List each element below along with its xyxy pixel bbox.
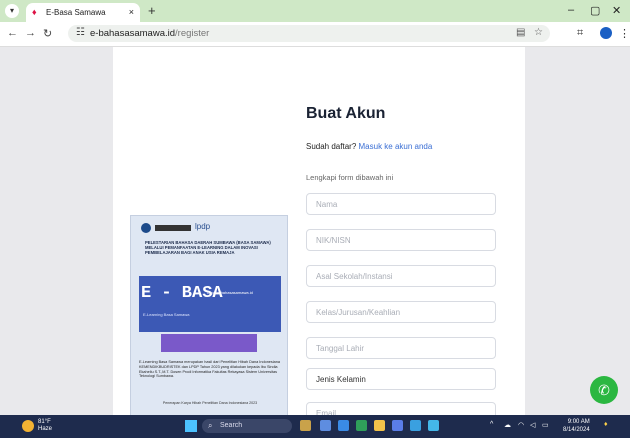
profile-avatar[interactable] <box>600 27 612 39</box>
translate-icon[interactable]: ▤ <box>516 27 525 38</box>
weather-condition: Haze <box>38 426 53 432</box>
weather-icon[interactable] <box>22 420 34 432</box>
weather-widget[interactable]: 81°F Haze <box>38 419 52 433</box>
gender-select[interactable]: Jenis Kelamin <box>306 368 496 390</box>
start-icon[interactable] <box>185 420 197 432</box>
new-tab-button[interactable]: + <box>148 3 156 18</box>
minimize-button[interactable]: – <box>568 4 574 16</box>
url-bar[interactable]: ☷ e-bahasasamawa.id/register ▤ ☆ <box>68 25 550 42</box>
search-label: Search <box>220 422 243 429</box>
clock-date: 8/14/2024 <box>563 427 590 433</box>
extensions-icon[interactable]: ⌗ <box>577 27 583 40</box>
nik-input[interactable] <box>316 230 486 251</box>
vscode-icon[interactable] <box>428 420 439 431</box>
browser-tab-bar: ▾ ♦ E-Basa Samawa × + – ▢ ✕ <box>0 0 630 22</box>
site-info-icon[interactable]: ☷ <box>76 27 85 38</box>
weather-temperature: 81°F <box>38 419 51 425</box>
battery-icon[interactable]: ▭ <box>542 421 549 429</box>
poster-footer: Penerapan Karya Hibah Penelitian Dana In… <box>162 401 258 405</box>
taskbar-search[interactable]: ⌕ Search <box>202 419 292 433</box>
address-bar-row: ← → ↻ ☷ e-bahasasamawa.id/register ▤ ☆ ⌗… <box>0 22 630 47</box>
poster-tagline: E-Learning Basa Samawa <box>143 312 190 317</box>
edge-icon[interactable] <box>338 420 349 431</box>
poster-site: http://e-bahasasamawa.id <box>207 290 253 295</box>
whatsapp-button[interactable]: ✆ <box>590 376 618 404</box>
birthdate-input[interactable] <box>316 338 486 359</box>
maximize-button[interactable]: ▢ <box>590 4 600 17</box>
file-explorer-icon[interactable] <box>374 420 385 431</box>
store-icon[interactable] <box>392 420 403 431</box>
back-icon[interactable]: ← <box>7 27 18 39</box>
poster-heading: PELESTARIAN BAHASA DAERAH SUMBAWA (BASA … <box>145 240 271 256</box>
poster-body: E-Learning Basa Samawa merupakan hasil d… <box>139 360 280 379</box>
name-input[interactable] <box>316 194 486 215</box>
university-logo <box>141 223 151 233</box>
browser-tab[interactable]: ♦ E-Basa Samawa × <box>26 3 140 22</box>
bookmark-star-icon[interactable]: ☆ <box>534 27 543 38</box>
reload-icon[interactable]: ↻ <box>43 27 52 40</box>
forward-icon[interactable]: → <box>25 27 36 39</box>
wifi-icon[interactable]: ◠ <box>518 421 524 429</box>
form-instruction: Lengkapi form dibawah ini <box>306 173 394 182</box>
clock-time: 9:00 AM <box>567 419 590 425</box>
name-field[interactable] <box>306 193 496 215</box>
page-viewport: lpdp PELESTARIAN BAHASA DAERAH SUMBAWA (… <box>0 47 630 415</box>
app-icon[interactable] <box>300 420 311 431</box>
class-field[interactable] <box>306 301 496 323</box>
page-title: Buat Akun <box>306 105 386 122</box>
notification-bell-icon[interactable]: ♦ <box>604 421 608 428</box>
favicon-icon: ♦ <box>32 7 37 17</box>
url-text[interactable]: e-bahasasamawa.id/register <box>90 28 209 39</box>
birthdate-field[interactable] <box>306 337 496 359</box>
tab-close-icon[interactable]: × <box>129 7 134 17</box>
signin-link[interactable]: Masuk ke akun anda <box>359 142 433 151</box>
ministry-logo <box>155 225 191 231</box>
task-view-icon[interactable] <box>320 420 331 431</box>
class-input[interactable] <box>316 302 486 323</box>
poster-stand <box>161 334 257 352</box>
system-clock[interactable]: 9:00 AM 8/14/2024 <box>563 418 590 434</box>
taskbar: 81°F Haze ⌕ Search ^ ☁ ◠ ◁ ▭ 9:00 AM 8/1… <box>0 415 630 438</box>
email-field[interactable] <box>306 402 496 415</box>
nik-field[interactable] <box>306 229 496 251</box>
email-input[interactable] <box>316 403 486 415</box>
tab-search-icon[interactable]: ▾ <box>5 4 19 18</box>
school-input[interactable] <box>316 266 486 287</box>
gender-select-value: Jenis Kelamin <box>316 375 366 384</box>
chrome-icon[interactable] <box>356 420 367 431</box>
school-field[interactable] <box>306 265 496 287</box>
promo-poster: lpdp PELESTARIAN BAHASA DAERAH SUMBAWA (… <box>130 215 288 415</box>
more-menu-icon[interactable]: ⋮ <box>619 27 630 40</box>
cloud-icon[interactable]: ☁ <box>504 421 511 429</box>
lpdp-logo: lpdp <box>195 222 211 231</box>
tab-title: E-Basa Samawa <box>46 8 106 17</box>
signin-prompt: Sudah daftar? Masuk ke akun anda <box>306 142 433 151</box>
chevron-up-icon[interactable]: ^ <box>490 421 493 428</box>
mail-icon[interactable] <box>410 420 421 431</box>
search-icon: ⌕ <box>208 421 213 430</box>
close-window-button[interactable]: ✕ <box>612 4 621 17</box>
volume-icon[interactable]: ◁ <box>530 421 535 429</box>
